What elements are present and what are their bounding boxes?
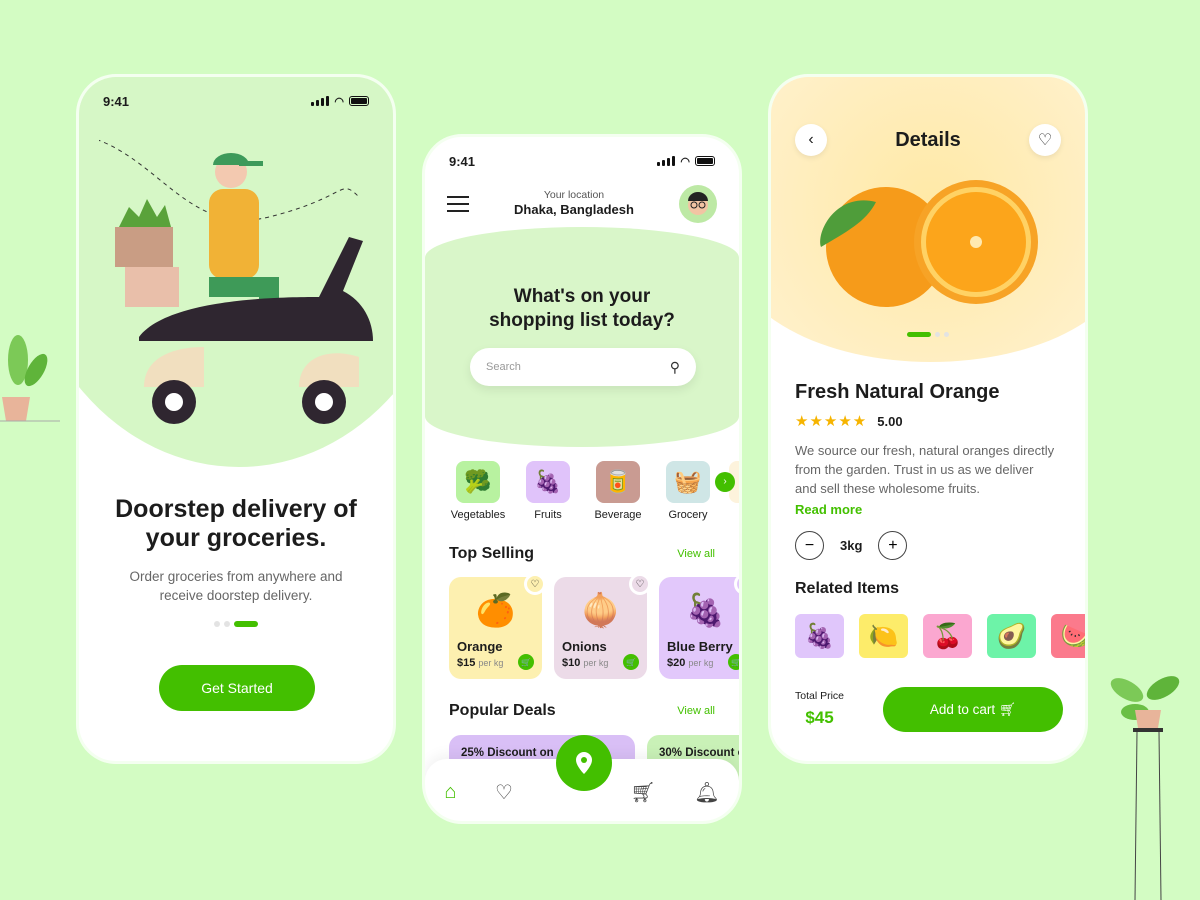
heart-icon: ♡: [1037, 132, 1053, 149]
increase-button[interactable]: +: [878, 531, 908, 560]
onboarding-title: Doorstep delivery of your groceries.: [115, 495, 357, 552]
wifi-icon: ◠: [680, 155, 690, 168]
onion-icon: 🧅: [580, 592, 621, 628]
heart-icon[interactable]: ♡: [629, 573, 651, 595]
decrease-button[interactable]: −: [795, 531, 824, 560]
cart-icon[interactable]: 🛒︎: [630, 780, 655, 805]
headline: What's on your shopping list today?: [489, 286, 675, 331]
cart-icon[interactable]: 🛒: [623, 654, 639, 670]
cart-icon[interactable]: 🛒: [518, 654, 534, 670]
delivery-scooter-illustration: [99, 139, 373, 424]
product-description: We source our fresh, natural oranges dir…: [795, 443, 1055, 496]
related-items-title: Related Items: [795, 580, 900, 597]
menu-icon[interactable]: [447, 191, 469, 217]
popular-deals-header: Popular Deals View all: [449, 702, 715, 719]
orange-product-image: [820, 180, 1038, 307]
star-rating-icon: ★★★★★: [795, 413, 868, 430]
grapes-icon: 🍇: [685, 592, 726, 628]
vegetables-icon: 🥦: [456, 461, 500, 503]
avatar[interactable]: [679, 185, 717, 223]
can-icon: 🥫: [596, 461, 640, 503]
page-indicator: [79, 621, 393, 627]
location-selector[interactable]: Your location Dhaka, Bangladesh: [514, 189, 634, 219]
wifi-icon: ◠: [334, 95, 344, 108]
related-items-list: 🍇 🍋 🍒 🥑 🍉: [795, 614, 1085, 658]
bell-icon[interactable]: 🔔︎: [694, 780, 719, 805]
top-selling-list: ♡ 🍊 Orange $15 per kg 🛒 ♡ 🧅 Onions $10 per kg 🛒 …: [449, 573, 739, 679]
cart-icon: 🛒︎: [998, 701, 1017, 717]
orange-icon: 🍊: [475, 592, 516, 628]
onboarding-screen: 9:41 ◠ Doorstep delivery of your groceries…: [76, 74, 396, 764]
top-selling-header: Top Selling View all: [449, 545, 715, 562]
home-icon[interactable]: ⌂: [444, 781, 456, 804]
avocado-icon[interactable]: 🥑: [987, 614, 1036, 658]
lemon-icon[interactable]: 🍋: [859, 614, 908, 658]
cart-icon[interactable]: 🛒: [728, 654, 739, 670]
grapes-icon[interactable]: 🍇: [795, 614, 844, 658]
location-pin-icon: [576, 752, 592, 774]
heart-icon[interactable]: ♡: [524, 573, 546, 595]
search-icon[interactable]: ⚲: [670, 359, 680, 376]
favorite-button[interactable]: ♡: [1029, 124, 1061, 156]
location-pin-button[interactable]: [556, 735, 612, 791]
get-started-button[interactable]: Get Started: [159, 665, 315, 711]
top-selling-view-all-link[interactable]: View all: [677, 548, 715, 560]
category-list: 🥦Vegetables 🍇Fruits 🥫Beverage 🧺Grocery o…: [449, 461, 739, 521]
category-vegetables[interactable]: 🥦 Vegetables: [449, 461, 507, 521]
details-screen: ‹ Details ♡ Fresh Natural Orange ★★★★★ 5.…: [768, 74, 1088, 764]
basket-icon: 🧺: [666, 461, 710, 503]
search-input[interactable]: Search ⚲: [470, 348, 696, 386]
popular-deals-view-all-link[interactable]: View all: [677, 705, 715, 717]
product-card[interactable]: ♡ 🧅 Onions $10 per kg 🛒: [554, 573, 651, 679]
chevron-right-icon[interactable]: ›: [715, 472, 735, 492]
signal-icon: [657, 156, 676, 166]
status-bar: 9:41 ◠: [449, 153, 715, 169]
product-card[interactable]: ♡🍇Blue Berry$20 per kg🛒: [659, 573, 739, 679]
product-title: Fresh Natural Orange: [795, 381, 1000, 403]
heart-icon[interactable]: ♡: [495, 780, 513, 805]
status-time: 9:41: [449, 153, 476, 169]
battery-icon: [695, 156, 715, 166]
image-indicator: [907, 332, 949, 337]
product-card[interactable]: ♡ 🍊 Orange $15 per kg 🛒: [449, 573, 546, 679]
quantity-stepper: − 3kg +: [795, 531, 908, 560]
add-to-cart-button[interactable]: Add to cart 🛒︎: [883, 687, 1063, 732]
watermelon-icon[interactable]: 🍉: [1051, 614, 1085, 658]
quantity-value: 3kg: [840, 538, 863, 553]
category-beverage[interactable]: 🥫 Beverage: [589, 461, 647, 521]
category-oil[interactable]: oil›: [715, 461, 739, 521]
cherry-icon[interactable]: 🍒: [923, 614, 972, 658]
onboarding-subtitle: Order groceries from anywhere and receiv…: [129, 569, 343, 603]
grapes-icon: 🍇: [526, 461, 570, 503]
total-price: Total Price $45: [795, 690, 845, 727]
category-fruits[interactable]: 🍇 Fruits: [519, 461, 577, 521]
signal-icon: [311, 96, 330, 106]
hero-banner: [425, 227, 739, 447]
rating: ★★★★★ 5.00: [795, 413, 903, 430]
plant-left-illustration: [0, 335, 60, 422]
battery-icon: [349, 96, 369, 106]
plant-right-illustration: [1110, 676, 1180, 900]
status-bar: 9:41 ◠: [103, 93, 369, 109]
category-grocery[interactable]: 🧺 Grocery: [659, 461, 717, 521]
status-time: 9:41: [103, 93, 130, 109]
read-more-link[interactable]: Read more: [795, 502, 862, 517]
home-screen: 9:41 ◠ Your location Dhaka, Bangladesh Wha…: [422, 134, 742, 824]
